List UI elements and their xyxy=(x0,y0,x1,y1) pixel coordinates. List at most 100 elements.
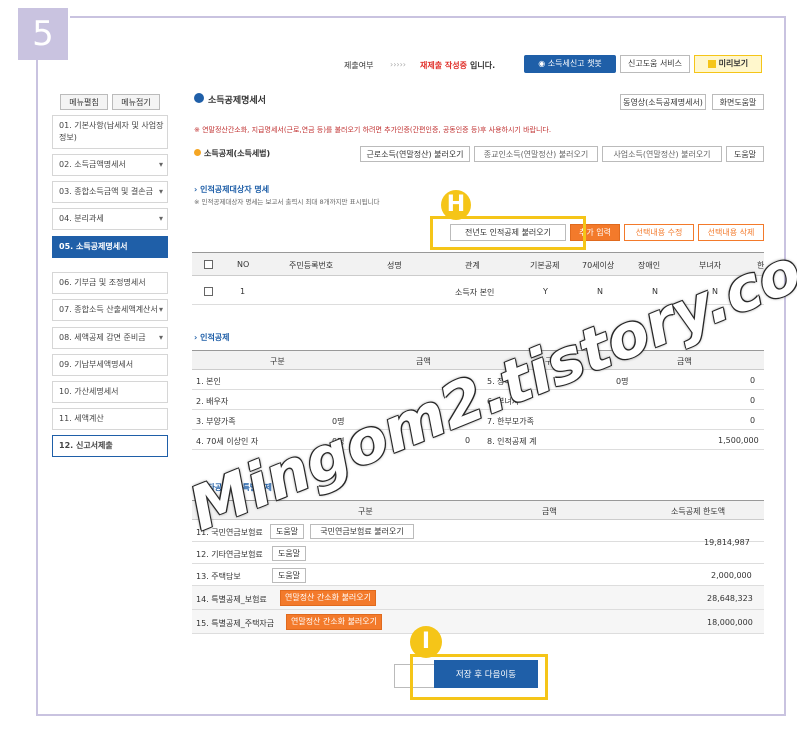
col-name: 성명 xyxy=(387,261,402,270)
col-rrn: 주민등록번호 xyxy=(289,261,334,270)
title-bullet-icon xyxy=(194,93,204,103)
sidebar-item-prepaid-tax[interactable]: 09. 기납부세액명세서 xyxy=(52,354,168,376)
status-value: 재제출 작성중 xyxy=(420,61,467,70)
sidebar-item-label: 06. 기부금 및 조정명세서 xyxy=(59,278,146,287)
cell: 8. 인적공제 계 xyxy=(487,437,537,446)
load-religious-income-button[interactable]: 종교인소득(연말정산) 불러오기 xyxy=(474,146,598,162)
preview-label: 미리보기 xyxy=(718,59,749,68)
chevron-down-icon: ▾ xyxy=(158,305,163,314)
cell: 12. 기타연금보험료 xyxy=(196,550,263,559)
row-no: 1 xyxy=(240,287,246,296)
modify-selected-button[interactable]: 선택내용 수정 xyxy=(624,224,694,241)
sidebar-item-tax-credit[interactable]: 08. 세액공제 감면 준비금 ▾ xyxy=(52,327,168,349)
highlight-box-i xyxy=(410,654,548,700)
load-business-income-button[interactable]: 사업소득(연말정산) 불러오기 xyxy=(602,146,722,162)
section-help-button[interactable]: 도움말 xyxy=(726,146,764,162)
sidebar-item-tax-calc[interactable]: 07. 종합소득 산출세액계산서 ▾ xyxy=(52,299,168,321)
cell: 2,000,000 xyxy=(711,571,752,580)
row-over70: N xyxy=(597,287,603,296)
annotation-h: H xyxy=(441,190,471,220)
section-label: 소득공제(소득세법) xyxy=(204,149,271,158)
frame-top-line xyxy=(70,16,786,18)
cell: 28,648,323 xyxy=(707,594,753,603)
sidebar-item-label: 04. 분리과세 xyxy=(59,214,104,223)
col-no: NO xyxy=(237,260,250,269)
load-simplified-insurance-button[interactable]: 연말정산 간소화 불러오기 xyxy=(280,590,376,606)
cell: 4. 70세 이상인 자 xyxy=(196,437,259,446)
sidebar-item-basic-info[interactable]: 01. 기본사항(납세자 및 사업장정보) xyxy=(52,115,168,149)
status-arrows: ››››› xyxy=(390,60,406,69)
annotation-i: I xyxy=(410,626,442,658)
sidebar-item-income-statement[interactable]: 02. 소득금액명세서 ▾ xyxy=(52,154,168,176)
menu-expand-button[interactable]: 메뉴펼침 xyxy=(60,94,108,110)
cell: 18,000,000 xyxy=(707,618,753,627)
cell: 0 xyxy=(750,376,756,385)
target-section-note: ※ 인적공제대상자 명세는 보고서 출력시 최대 8개까지만 표시됩니다 xyxy=(194,198,380,206)
row-basic: Y xyxy=(543,287,548,296)
delete-selected-button[interactable]: 선택내용 삭제 xyxy=(698,224,764,241)
section-bullet-icon xyxy=(194,149,201,156)
col-amount: 금액 xyxy=(542,507,557,516)
screen-help-button[interactable]: 화면도움말 xyxy=(712,94,764,110)
row-relation: 소득자 본인 xyxy=(455,288,495,297)
sidebar-item-label: 05. 소득공제명세서 xyxy=(59,242,128,251)
sidebar-item-label: 12. 신고서제출 xyxy=(59,441,113,450)
preview-icon xyxy=(707,59,716,68)
cell: 1. 본인 xyxy=(196,377,221,386)
sidebar-item-penalty-tax[interactable]: 10. 가산세명세서 xyxy=(52,381,168,403)
target-section-title: › 인적공제대상자 명세 xyxy=(194,185,270,194)
col-over70: 70세이상 xyxy=(582,261,615,270)
sidebar-item-label: 11. 세액계산 xyxy=(59,414,104,423)
sidebar-item-label: 09. 기납부세액명세서 xyxy=(59,360,134,369)
auth-notice: ※ 연말정산간소화, 지급명세서(근로,연금 등)를 불러오기 하려면 추가인증… xyxy=(194,126,552,134)
cell: 13. 주택담보 xyxy=(196,572,241,581)
highlight-box-h xyxy=(430,216,586,250)
sidebar-item-donation[interactable]: 06. 기부금 및 조정명세서 xyxy=(52,272,168,294)
chatbot-icon: ◉ xyxy=(538,59,548,68)
cell: 1,500,000 xyxy=(718,436,759,445)
video-guide-button[interactable]: 동영상(소득공제명세서) xyxy=(620,94,706,110)
load-wage-income-button[interactable]: 근로소득(연말정산) 불러오기 xyxy=(360,146,470,162)
submit-status-label: 제출여부 xyxy=(344,61,374,70)
sidebar-item-label: 01. 기본사항(납세자 및 사업장정보) xyxy=(59,121,164,142)
table-row xyxy=(192,610,764,634)
col-amount-1: 금액 xyxy=(416,357,431,366)
col-disabled: 장애인 xyxy=(638,261,661,270)
status-suffix: 입니다. xyxy=(470,61,496,70)
sidebar-item-label: 07. 종합소득 산출세액계산서 xyxy=(59,305,158,314)
col-category-1: 구분 xyxy=(270,357,285,366)
sidebar-item-separate-tax[interactable]: 04. 분리과세 ▾ xyxy=(52,208,168,230)
sidebar-item-label: 02. 소득금액명세서 xyxy=(59,160,126,169)
step-number-badge: 5 xyxy=(18,8,68,60)
sidebar-item-label: 08. 세액공제 감면 준비금 xyxy=(59,333,146,342)
sidebar-item-tax-computation[interactable]: 11. 세액계산 xyxy=(52,408,168,430)
preview-button[interactable]: 미리보기 xyxy=(694,55,762,73)
menu-collapse-button[interactable]: 메뉴접기 xyxy=(112,94,160,110)
mortgage-help-button[interactable]: 도움말 xyxy=(272,568,306,583)
load-pension-button[interactable]: 국민연금보험료 불러오기 xyxy=(310,524,414,539)
cell: 2. 배우자 xyxy=(196,397,229,406)
chatbot-label: 소득세신고 챗봇 xyxy=(547,59,602,68)
help-service-button[interactable]: 신고도움 서비스 xyxy=(620,55,690,73)
other-pension-help-button[interactable]: 도움말 xyxy=(272,546,306,561)
row-checkbox[interactable] xyxy=(204,287,213,296)
chevron-down-icon: ▾ xyxy=(158,187,163,196)
pension-help-button[interactable]: 도움말 xyxy=(270,524,304,539)
chevron-down-icon: ▾ xyxy=(158,333,163,342)
sidebar-item-total-income[interactable]: 03. 종합소득금액 및 결손금 ▾ xyxy=(52,181,168,203)
cell: 15. 특별공제_주택자금 xyxy=(196,619,275,628)
chatbot-button[interactable]: ◉ 소득세신고 챗봇 xyxy=(524,55,616,73)
cell: 19,814,987 xyxy=(704,538,750,547)
sidebar-item-label: 10. 가산세명세서 xyxy=(59,387,119,396)
cell: 0 xyxy=(750,396,756,405)
load-simplified-housing-button[interactable]: 연말정산 간소화 불러오기 xyxy=(286,614,382,630)
chevron-down-icon: ▾ xyxy=(158,214,163,223)
col-category: 구분 xyxy=(358,507,373,516)
col-relation: 관계 xyxy=(465,261,480,270)
cell: 3. 부양가족 xyxy=(196,417,236,426)
select-all-checkbox[interactable] xyxy=(204,260,213,269)
col-limit: 소득공제 한도액 xyxy=(671,507,726,516)
sidebar-item-deduction-statement[interactable]: 05. 소득공제명세서 xyxy=(52,236,168,258)
sidebar-item-submit[interactable]: 12. 신고서제출 xyxy=(52,435,168,457)
cell: 0 xyxy=(750,416,756,425)
